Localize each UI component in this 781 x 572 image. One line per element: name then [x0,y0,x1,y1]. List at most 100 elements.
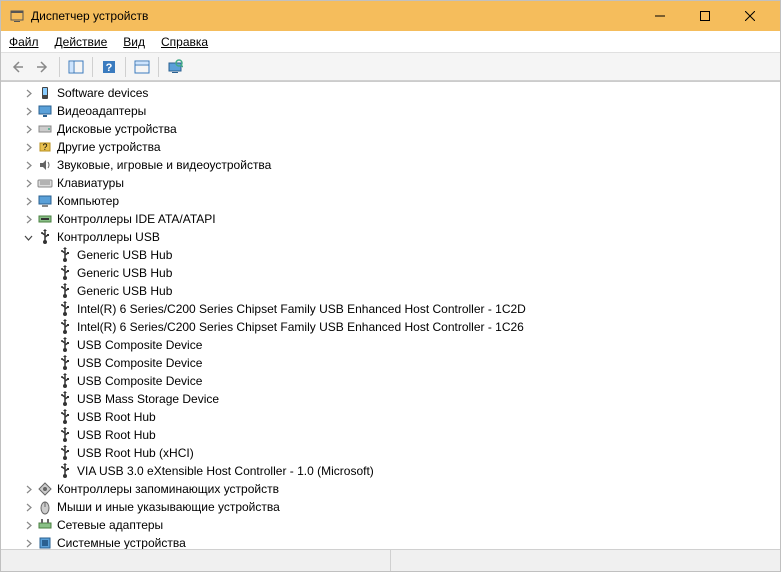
expand-icon[interactable] [21,104,35,118]
toolbar-separator [158,57,159,77]
tree-spacer [41,428,55,442]
tree-row[interactable]: Intel(R) 6 Series/C200 Series Chipset Fa… [1,300,780,318]
tree-row[interactable]: USB Composite Device [1,354,780,372]
expand-icon[interactable] [21,140,35,154]
tree-spacer [41,320,55,334]
tree-row[interactable]: Клавиатуры [1,174,780,192]
tree-row[interactable]: Software devices [1,84,780,102]
tree-item-label: Дисковые устройства [57,122,177,136]
expand-icon[interactable] [21,176,35,190]
tree-item-label: Другие устройства [57,140,161,154]
usb-icon [37,229,53,245]
status-cell-right [391,550,780,571]
tree-row[interactable]: Компьютер [1,192,780,210]
tree-spacer [41,410,55,424]
tree-item-label: USB Mass Storage Device [77,392,219,406]
tree-item-label: Сетевые адаптеры [57,518,163,532]
content-area: Software devices Видеоадаптеры Дисковые ус… [1,81,780,549]
tree-item-label: USB Composite Device [77,374,202,388]
tree-item-label: USB Root Hub [77,428,156,442]
usb-icon [57,391,73,407]
menu-view[interactable]: Вид [123,35,145,49]
expand-icon[interactable] [21,122,35,136]
tree-item-label: Контроллеры IDE ATA/ATAPI [57,212,216,226]
tree-row[interactable]: VIA USB 3.0 eXtensible Host Controller -… [1,462,780,480]
computer-icon [37,193,53,209]
tree-item-label: Software devices [57,86,148,100]
usb-icon [57,319,73,335]
tree-spacer [41,266,55,280]
properties-button[interactable] [130,55,154,79]
ide-icon [37,211,53,227]
tree-item-label: VIA USB 3.0 eXtensible Host Controller -… [77,464,374,478]
menu-help[interactable]: Справка [161,35,208,49]
expand-icon[interactable] [21,518,35,532]
scan-hardware-button[interactable] [163,55,187,79]
window-buttons [637,1,772,31]
expand-icon[interactable] [21,536,35,549]
tree-row[interactable]: Generic USB Hub [1,264,780,282]
device-tree[interactable]: Software devices Видеоадаптеры Дисковые ус… [1,82,780,549]
tree-row[interactable]: USB Root Hub [1,408,780,426]
tree-row[interactable]: Системные устройства [1,534,780,549]
tree-row[interactable]: USB Mass Storage Device [1,390,780,408]
toolbar: ? [1,53,780,81]
tree-row[interactable]: Intel(R) 6 Series/C200 Series Chipset Fa… [1,318,780,336]
mouse-icon [37,499,53,515]
usb-icon [57,427,73,443]
tree-row[interactable]: Контроллеры запоминающих устройств [1,480,780,498]
window-title: Диспетчер устройств [31,9,637,23]
tree-spacer [41,284,55,298]
tree-row[interactable]: Generic USB Hub [1,246,780,264]
expand-icon[interactable] [21,158,35,172]
display-icon [37,103,53,119]
menu-file[interactable]: Файл [9,35,39,49]
usb-icon [57,373,73,389]
tree-item-label: USB Root Hub (xHCI) [77,446,194,460]
toolbar-separator [92,57,93,77]
disk-icon [37,121,53,137]
tree-row[interactable]: USB Composite Device [1,372,780,390]
menu-action[interactable]: Действие [55,35,108,49]
close-button[interactable] [727,1,772,31]
usb-icon [57,463,73,479]
tree-item-label: Контроллеры запоминающих устройств [57,482,279,496]
tree-row[interactable]: Мыши и иные указывающие устройства [1,498,780,516]
tree-spacer [41,374,55,388]
tree-row[interactable]: Звуковые, игровые и видеоустройства [1,156,780,174]
tree-item-label: Generic USB Hub [77,284,172,298]
expand-icon[interactable] [21,194,35,208]
collapse-icon[interactable] [21,230,35,244]
forward-button[interactable] [31,55,55,79]
usb-icon [57,283,73,299]
maximize-button[interactable] [682,1,727,31]
app-icon [9,8,25,24]
tree-item-label: Компьютер [57,194,119,208]
expand-icon[interactable] [21,86,35,100]
show-hide-console-tree-button[interactable] [64,55,88,79]
tree-row[interactable]: Generic USB Hub [1,282,780,300]
tree-row[interactable]: Видеоадаптеры [1,102,780,120]
help-button[interactable]: ? [97,55,121,79]
tree-item-label: Клавиатуры [57,176,124,190]
toolbar-separator [125,57,126,77]
back-button[interactable] [5,55,29,79]
tree-row[interactable]: USB Root Hub [1,426,780,444]
expand-icon[interactable] [21,500,35,514]
usb-icon [57,355,73,371]
tree-item-label: Generic USB Hub [77,248,172,262]
tree-row[interactable]: ?Другие устройства [1,138,780,156]
tree-row[interactable]: Сетевые адаптеры [1,516,780,534]
expand-icon[interactable] [21,482,35,496]
minimize-button[interactable] [637,1,682,31]
tree-item-label: USB Composite Device [77,356,202,370]
expand-icon[interactable] [21,212,35,226]
tree-item-label: Intel(R) 6 Series/C200 Series Chipset Fa… [77,302,526,316]
tree-item-label: Мыши и иные указывающие устройства [57,500,280,514]
tree-row[interactable]: USB Root Hub (xHCI) [1,444,780,462]
tree-row[interactable]: USB Composite Device [1,336,780,354]
tree-row[interactable]: Контроллеры IDE ATA/ATAPI [1,210,780,228]
tree-row[interactable]: Дисковые устройства [1,120,780,138]
tree-row[interactable]: Контроллеры USB [1,228,780,246]
storage-icon [37,481,53,497]
